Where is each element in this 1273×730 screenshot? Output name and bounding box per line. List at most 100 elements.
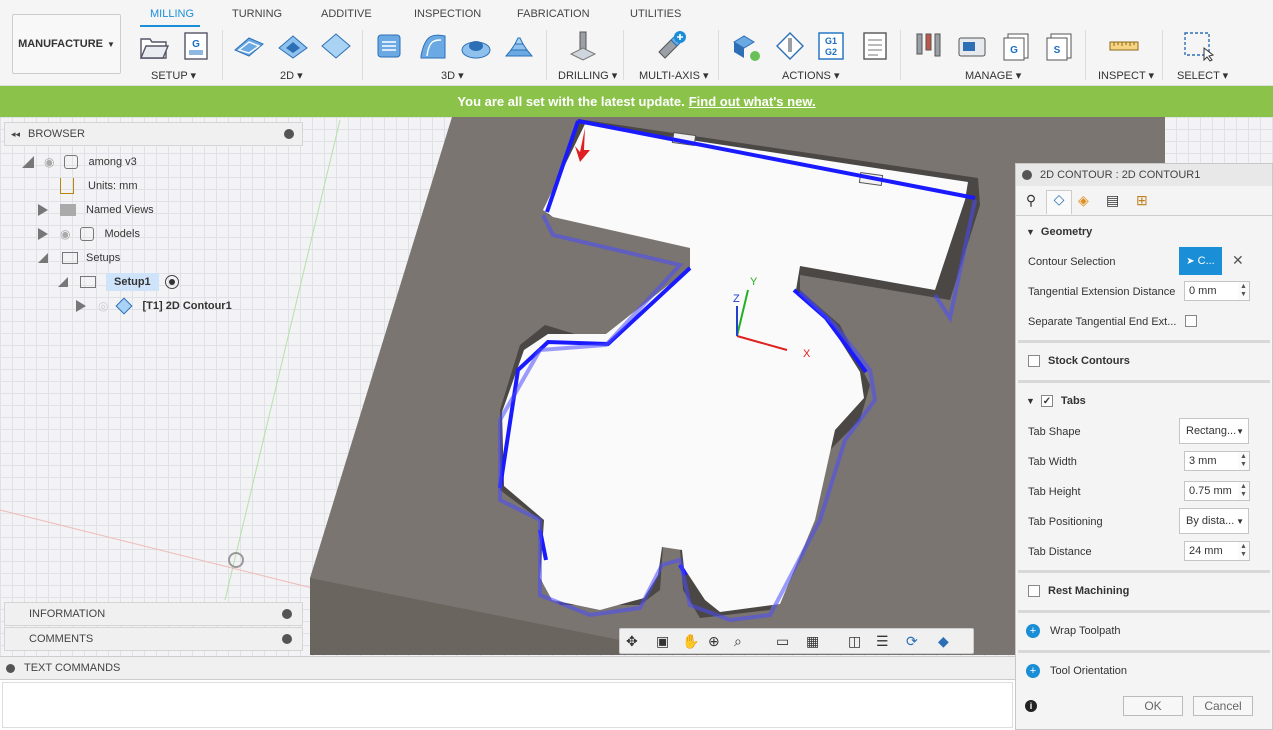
tool-library-manage-icon[interactable] [913,30,945,62]
tool-orientation-section[interactable]: + Tool Orientation [1016,656,1272,686]
minimize-icon[interactable] [6,664,15,673]
tab-fabrication[interactable]: FABRICATION [517,8,590,20]
group-inspect[interactable]: INSPECT ▾ [1098,69,1154,82]
comments-panel[interactable]: COMMENTS [4,627,303,651]
text-commands-header[interactable]: TEXT COMMANDS [0,656,1015,680]
tab-height-input[interactable]: 0.75 mm [1184,481,1239,501]
group-actions[interactable]: ACTIONS ▾ [782,69,839,82]
3d-contour-icon[interactable] [503,30,535,62]
fit-icon[interactable]: ⌕ [734,633,742,650]
passes-tab-icon[interactable]: ▤ [1106,192,1124,210]
post-process-icon[interactable]: G1 G2 [815,30,847,62]
expand-plus-icon[interactable] [282,609,292,619]
tab-distance-stepper[interactable]: ▲ ▼ [1238,541,1250,561]
workspace-dropdown[interactable]: MANUFACTURE ▼ [12,14,121,74]
stock-contours-checkbox[interactable] [1028,355,1040,367]
separate-tangential-checkbox[interactable] [1185,315,1197,327]
setup-sheet-icon[interactable] [859,30,891,62]
clear-selection-icon[interactable]: ✕ [1232,252,1244,269]
ok-button[interactable]: OK [1123,696,1183,716]
refresh-icon[interactable]: ⟳ [906,633,918,650]
collapse-triangle-icon[interactable] [22,156,34,168]
group-2d[interactable]: 2D ▾ [280,69,303,82]
browser-header[interactable]: ◂◂ BROWSER [4,122,303,146]
group-drilling[interactable]: DRILLING ▾ [558,69,617,82]
geometry-tab-icon[interactable]: ◇ [1046,190,1072,214]
tabs-section-header[interactable]: ▼ ✓ Tabs [1016,386,1272,416]
whats-new-link[interactable]: Find out what's new. [689,94,816,109]
tree-item-setup1[interactable]: Setup1 [58,271,179,293]
group-3d[interactable]: 3D ▾ [441,69,464,82]
grid-icon[interactable]: ▦ [806,633,819,650]
wrap-toolpath-section[interactable]: + Wrap Toolpath [1016,616,1272,646]
text-commands-console[interactable] [2,682,1013,728]
tab-width-stepper[interactable]: ▲ ▼ [1238,451,1250,471]
rest-machining-section[interactable]: Rest Machining [1016,576,1272,606]
tab-milling[interactable]: MILLING [150,8,194,20]
tool-library-icon[interactable] [774,30,806,62]
stock-contours-section[interactable]: Stock Contours [1016,346,1272,376]
3d-pocket-icon[interactable] [417,30,449,62]
post-library-icon[interactable]: G [1000,30,1032,62]
tangential-extension-input[interactable]: 0 mm [1184,281,1239,301]
expand-plus-icon[interactable] [282,634,292,644]
group-setup[interactable]: SETUP ▾ [151,69,196,82]
collapse-left-icon[interactable]: ◂◂ [11,129,20,140]
visual-style-icon[interactable]: ◆ [938,633,949,650]
machine-library-icon[interactable] [956,30,988,62]
eye-icon[interactable]: ◉ [44,155,54,169]
tab-utilities[interactable]: UTILITIES [630,8,681,20]
simulate-icon[interactable] [730,30,762,62]
collapse-triangle-icon[interactable] [38,253,48,263]
display-settings-icon[interactable]: ▭ [776,633,789,650]
tab-width-input[interactable]: 3 mm [1184,451,1239,471]
group-select[interactable]: SELECT ▾ [1177,69,1228,82]
template-library-icon[interactable]: S [1043,30,1075,62]
add-circle-icon[interactable]: + [1026,664,1040,678]
activate-radio-icon[interactable] [164,275,179,289]
contour-selection-button[interactable]: ➤ C... [1179,247,1222,275]
tree-item-models[interactable]: ◉ Models [38,223,140,245]
measure-icon[interactable] [1108,30,1140,62]
tab-inspection[interactable]: INSPECTION [414,8,481,20]
setup-folder-icon[interactable] [138,30,170,62]
expand-triangle-icon[interactable] [76,300,86,312]
tabs-checkbox[interactable]: ✓ [1040,395,1053,407]
rest-machining-checkbox[interactable] [1028,585,1040,597]
multi-axis-icon[interactable] [655,30,687,62]
dialog-header[interactable]: 2D CONTOUR : 2D CONTOUR1 [1016,164,1272,186]
tab-height-stepper[interactable]: ▲ ▼ [1238,481,1250,501]
linking-tab-icon[interactable]: ⊞ [1136,192,1154,210]
group-manage[interactable]: MANAGE ▾ [965,69,1021,82]
nc-program-icon[interactable]: G [180,30,212,62]
minimize-icon[interactable] [284,129,294,139]
tree-item-contour[interactable]: ◎ [T1] 2D Contour1 [76,295,232,317]
3d-adaptive-icon[interactable] [374,30,406,62]
orbit-pan-icon[interactable]: ✥ [626,633,638,650]
zoom-icon[interactable]: ⊕ [708,633,720,650]
eye-icon[interactable]: ◉ [60,227,70,241]
tab-positioning-select[interactable]: By dista... ▼ [1179,508,1249,534]
tab-distance-input[interactable]: 24 mm [1184,541,1239,561]
tree-item-named-views[interactable]: Named Views [38,199,154,221]
info-icon[interactable]: i [1025,700,1037,712]
tab-additive[interactable]: ADDITIVE [321,8,372,20]
3d-steep-shallow-icon[interactable] [460,30,492,62]
tree-item-root[interactable]: ◉ among v3 [22,151,137,173]
group-multi-axis[interactable]: MULTI-AXIS ▾ [639,69,709,82]
expand-triangle-icon[interactable] [38,204,48,216]
expand-triangle-icon[interactable] [38,228,48,240]
tree-item-setups[interactable]: Setups [38,247,120,269]
tangential-extension-stepper[interactable]: ▲ ▼ [1238,281,1250,301]
viewports-icon[interactable]: ◫ [848,633,861,650]
tab-turning[interactable]: TURNING [232,8,282,20]
2d-adaptive-icon[interactable] [233,30,265,62]
tab-shape-select[interactable]: Rectang... ▼ [1179,418,1249,444]
pan-hand-icon[interactable]: ✋ [682,633,699,650]
geometry-section-header[interactable]: ▼ Geometry [1016,217,1272,247]
information-panel[interactable]: INFORMATION [4,602,303,626]
section-icon[interactable]: ☰ [876,633,889,650]
look-at-icon[interactable]: ▣ [656,633,669,650]
select-box-icon[interactable] [1182,30,1214,62]
2d-face-icon[interactable] [320,30,352,62]
